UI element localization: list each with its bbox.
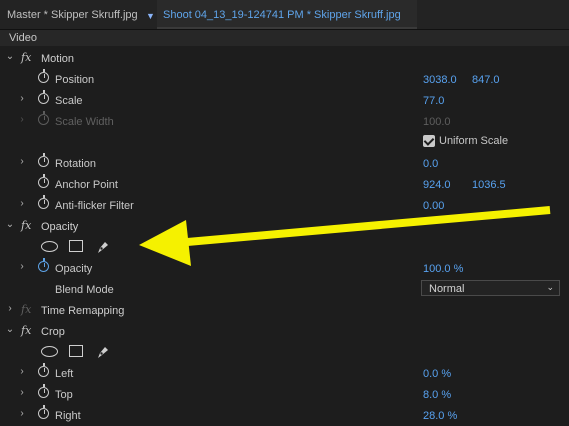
uniform-scale-checkbox[interactable] xyxy=(423,135,435,147)
opacity-mask-tools xyxy=(0,237,300,258)
stopwatch-icon[interactable] xyxy=(38,174,49,188)
crop-left-row: › Left 0.0 % xyxy=(0,363,569,384)
scale-width-label: Scale Width xyxy=(55,116,114,128)
opacity-label: Opacity xyxy=(55,263,93,275)
anchor-point-row: Anchor Point 924.0 1036.5 xyxy=(0,174,569,195)
time-remapping-row[interactable]: › fx Time Remapping xyxy=(0,300,569,321)
chevron-right-icon: › xyxy=(20,114,24,125)
blend-mode-row: Blend Mode Normal ⌄ xyxy=(0,279,569,300)
crop-top-label: Top xyxy=(55,389,73,401)
scale-value[interactable]: 77.0 xyxy=(423,95,444,107)
uniform-scale-row: Uniform Scale xyxy=(0,133,569,154)
rotation-row: › Rotation 0.0 xyxy=(0,153,569,174)
time-remapping-label: Time Remapping xyxy=(41,305,125,317)
ellipse-mask-icon[interactable] xyxy=(41,346,58,357)
dropdown-chevron-icon: ⌄ xyxy=(546,282,554,292)
chevron-right-icon[interactable]: › xyxy=(17,409,27,419)
scale-label: Scale xyxy=(55,95,83,107)
anti-flicker-value[interactable]: 0.00 xyxy=(423,200,444,212)
motion-effect-row[interactable]: ⌄ fx Motion xyxy=(0,48,569,69)
chevron-right-icon[interactable]: › xyxy=(17,94,27,104)
video-section-header: Video xyxy=(0,30,569,46)
rectangle-mask-icon[interactable] xyxy=(69,240,83,252)
position-y-value[interactable]: 847.0 xyxy=(472,74,500,86)
blend-mode-label: Blend Mode xyxy=(55,284,114,296)
scale-width-row: › Scale Width 100.0 xyxy=(0,111,569,132)
anchor-point-x-value[interactable]: 924.0 xyxy=(423,179,451,191)
opacity-effect-row[interactable]: ⌄ fx Opacity xyxy=(0,216,569,237)
anchor-point-y-value[interactable]: 1036.5 xyxy=(472,179,506,191)
crop-top-row: › Top 8.0 % xyxy=(0,384,569,405)
tab-bar: Master * Skipper Skruff.jpg ▼ Shoot 04_1… xyxy=(0,0,569,30)
anti-flicker-label: Anti-flicker Filter xyxy=(55,200,134,212)
chevron-right-icon[interactable]: › xyxy=(17,388,27,398)
scale-width-value: 100.0 xyxy=(423,116,451,128)
anti-flicker-row: › Anti-flicker Filter 0.00 xyxy=(0,195,569,216)
fx-icon[interactable]: fx xyxy=(21,219,31,232)
chevron-right-icon[interactable]: › xyxy=(17,199,27,209)
tab-sequence-clip[interactable]: Shoot 04_13_19-124741 PM * Skipper Skruf… xyxy=(157,0,417,29)
crop-left-value[interactable]: 0.0 % xyxy=(423,368,451,380)
chevron-right-icon[interactable]: › xyxy=(17,157,27,167)
motion-label: Motion xyxy=(41,53,75,65)
stopwatch-icon[interactable] xyxy=(38,153,49,167)
stopwatch-icon[interactable] xyxy=(38,363,49,377)
stopwatch-icon[interactable] xyxy=(38,195,49,209)
blend-mode-value: Normal xyxy=(429,283,465,295)
crop-top-value[interactable]: 8.0 % xyxy=(423,389,451,401)
position-row: Position 3038.0 847.0 xyxy=(0,69,569,90)
position-label: Position xyxy=(55,74,95,86)
chevron-down-icon[interactable]: ⌄ xyxy=(5,220,15,230)
blend-mode-dropdown[interactable]: Normal ⌄ xyxy=(421,280,560,296)
rotation-label: Rotation xyxy=(55,158,96,170)
pen-mask-icon[interactable] xyxy=(95,344,111,360)
uniform-scale-label: Uniform Scale xyxy=(439,135,509,147)
opacity-value[interactable]: 100.0 % xyxy=(423,263,463,275)
fx-icon[interactable]: fx xyxy=(21,51,31,64)
chevron-down-icon[interactable]: ⌄ xyxy=(5,325,15,335)
crop-label: Crop xyxy=(41,326,65,338)
chevron-right-icon[interactable]: › xyxy=(17,367,27,377)
anchor-point-label: Anchor Point xyxy=(55,179,118,191)
rectangle-mask-icon[interactable] xyxy=(69,345,83,357)
opacity-row: › Opacity 100.0 % xyxy=(0,258,569,279)
opacity-group-label: Opacity xyxy=(41,221,79,233)
scale-row: › Scale 77.0 xyxy=(0,90,569,111)
chevron-right-icon[interactable]: › xyxy=(17,262,27,272)
section-label: Video xyxy=(9,32,37,44)
stopwatch-icon xyxy=(38,111,49,125)
chevron-down-icon[interactable]: ⌄ xyxy=(5,52,15,62)
rotation-value[interactable]: 0.0 xyxy=(423,158,438,170)
tab-master-clip[interactable]: Master * Skipper Skruff.jpg xyxy=(7,0,138,29)
fx-icon: fx xyxy=(21,303,32,316)
pen-mask-icon[interactable] xyxy=(95,239,111,255)
chevron-right-icon[interactable]: › xyxy=(5,304,15,314)
crop-right-value[interactable]: 28.0 % xyxy=(423,410,457,422)
crop-effect-row[interactable]: ⌄ fx Crop xyxy=(0,321,569,342)
stopwatch-icon[interactable] xyxy=(38,90,49,104)
stopwatch-icon[interactable] xyxy=(38,69,49,83)
chevron-down-icon[interactable]: ▼ xyxy=(146,0,155,29)
stopwatch-icon[interactable] xyxy=(38,384,49,398)
ellipse-mask-icon[interactable] xyxy=(41,241,58,252)
crop-left-label: Left xyxy=(55,368,74,380)
position-x-value[interactable]: 3038.0 xyxy=(423,74,457,86)
stopwatch-icon[interactable] xyxy=(38,258,49,272)
stopwatch-icon[interactable] xyxy=(38,405,49,419)
crop-mask-tools xyxy=(0,342,300,363)
crop-right-label: Right xyxy=(55,410,81,422)
fx-icon[interactable]: fx xyxy=(21,324,31,337)
